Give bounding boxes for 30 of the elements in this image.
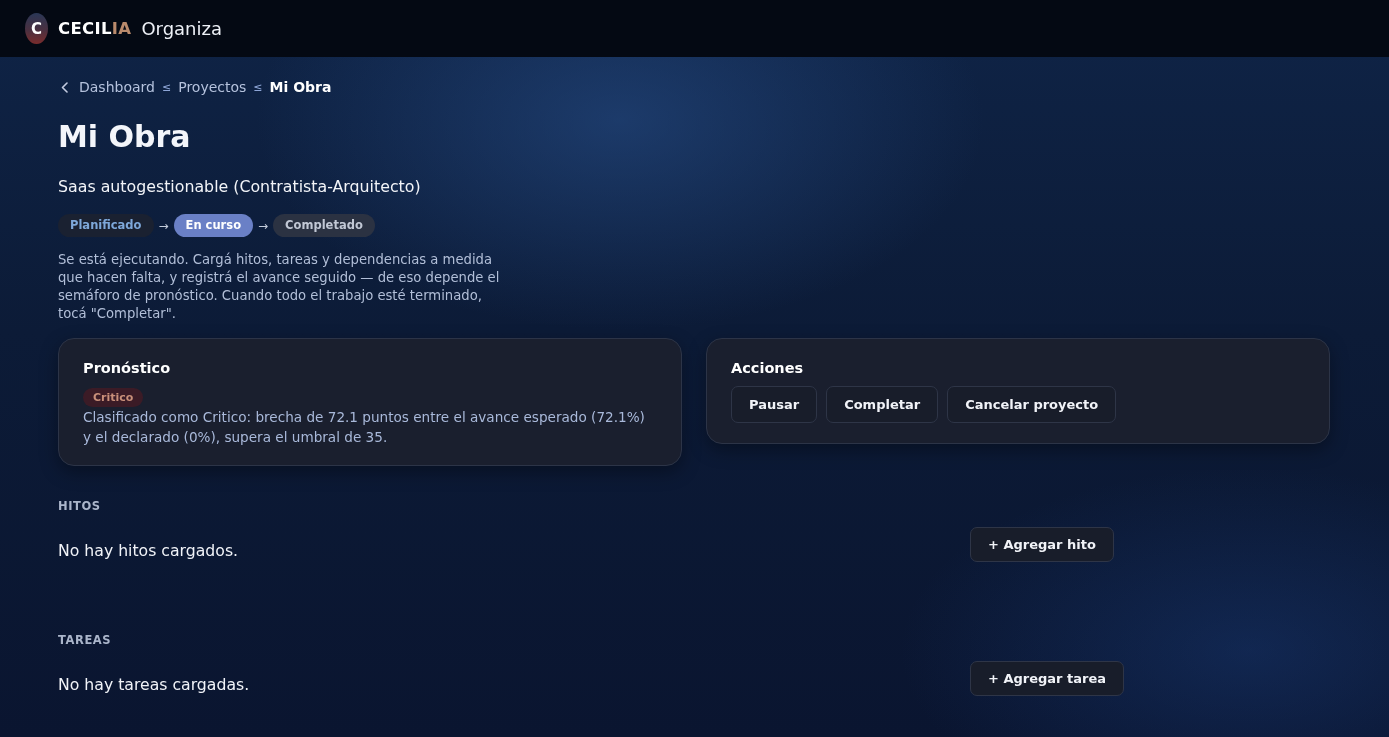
breadcrumb-link[interactable]: Dashboard	[79, 79, 155, 95]
brand-suffix: Organiza	[141, 18, 222, 39]
section-heading: HITOS	[58, 498, 102, 514]
action-button[interactable]: Pausar	[731, 386, 818, 423]
status-pill: En curso	[173, 214, 254, 237]
card-title: Pronóstico	[83, 359, 172, 378]
breadcrumb-current: Mi Obra	[269, 79, 332, 95]
page-title: Mi Obra	[58, 118, 192, 156]
brand-logo: C	[25, 13, 48, 44]
add-button[interactable]: + Agregar hito	[970, 527, 1114, 562]
action-button[interactable]: Cancelar proyecto	[947, 386, 1117, 423]
status-pill: Completado	[273, 214, 375, 237]
action-button[interactable]: Completar	[826, 386, 939, 423]
brand-name: CECILIA	[58, 19, 132, 38]
card-title: Acciones	[731, 359, 805, 378]
breadcrumb-link[interactable]: Proyectos	[178, 79, 247, 95]
status-badge: Critico	[83, 388, 144, 407]
status-description: Se está ejecutando. Cargá hitos, tareas y dependencias a medida que hacen falta, y registrá el avance seguido — de eso depende el semáforo de pronóstico. Cuando todo el trabajo esté terminado, tocá "Completar".	[58, 251, 501, 323]
step-arrow: →	[258, 218, 269, 233]
section-heading: TAREAS	[58, 632, 113, 648]
project-subtitle: Saas autogestionable (Contratista-Arquitecto)	[58, 177, 422, 197]
add-button[interactable]: + Agregar tarea	[970, 661, 1124, 696]
status-pill: Planificado	[58, 214, 154, 237]
step-arrow: →	[158, 218, 169, 233]
empty-state-text: No hay tareas cargadas.	[58, 675, 251, 695]
empty-state-text: No hay hitos cargados.	[58, 541, 240, 561]
forecast-text: Clasificado como Critico: brecha de 72.1 puntos entre el avance esperado (72.1%) y el declarado (0%), supera el umbral de 35.	[83, 408, 646, 447]
chevron-left-icon[interactable]	[61, 81, 68, 93]
breadcrumb-separator: ≤	[253, 80, 263, 94]
breadcrumb-separator: ≤	[161, 80, 172, 94]
